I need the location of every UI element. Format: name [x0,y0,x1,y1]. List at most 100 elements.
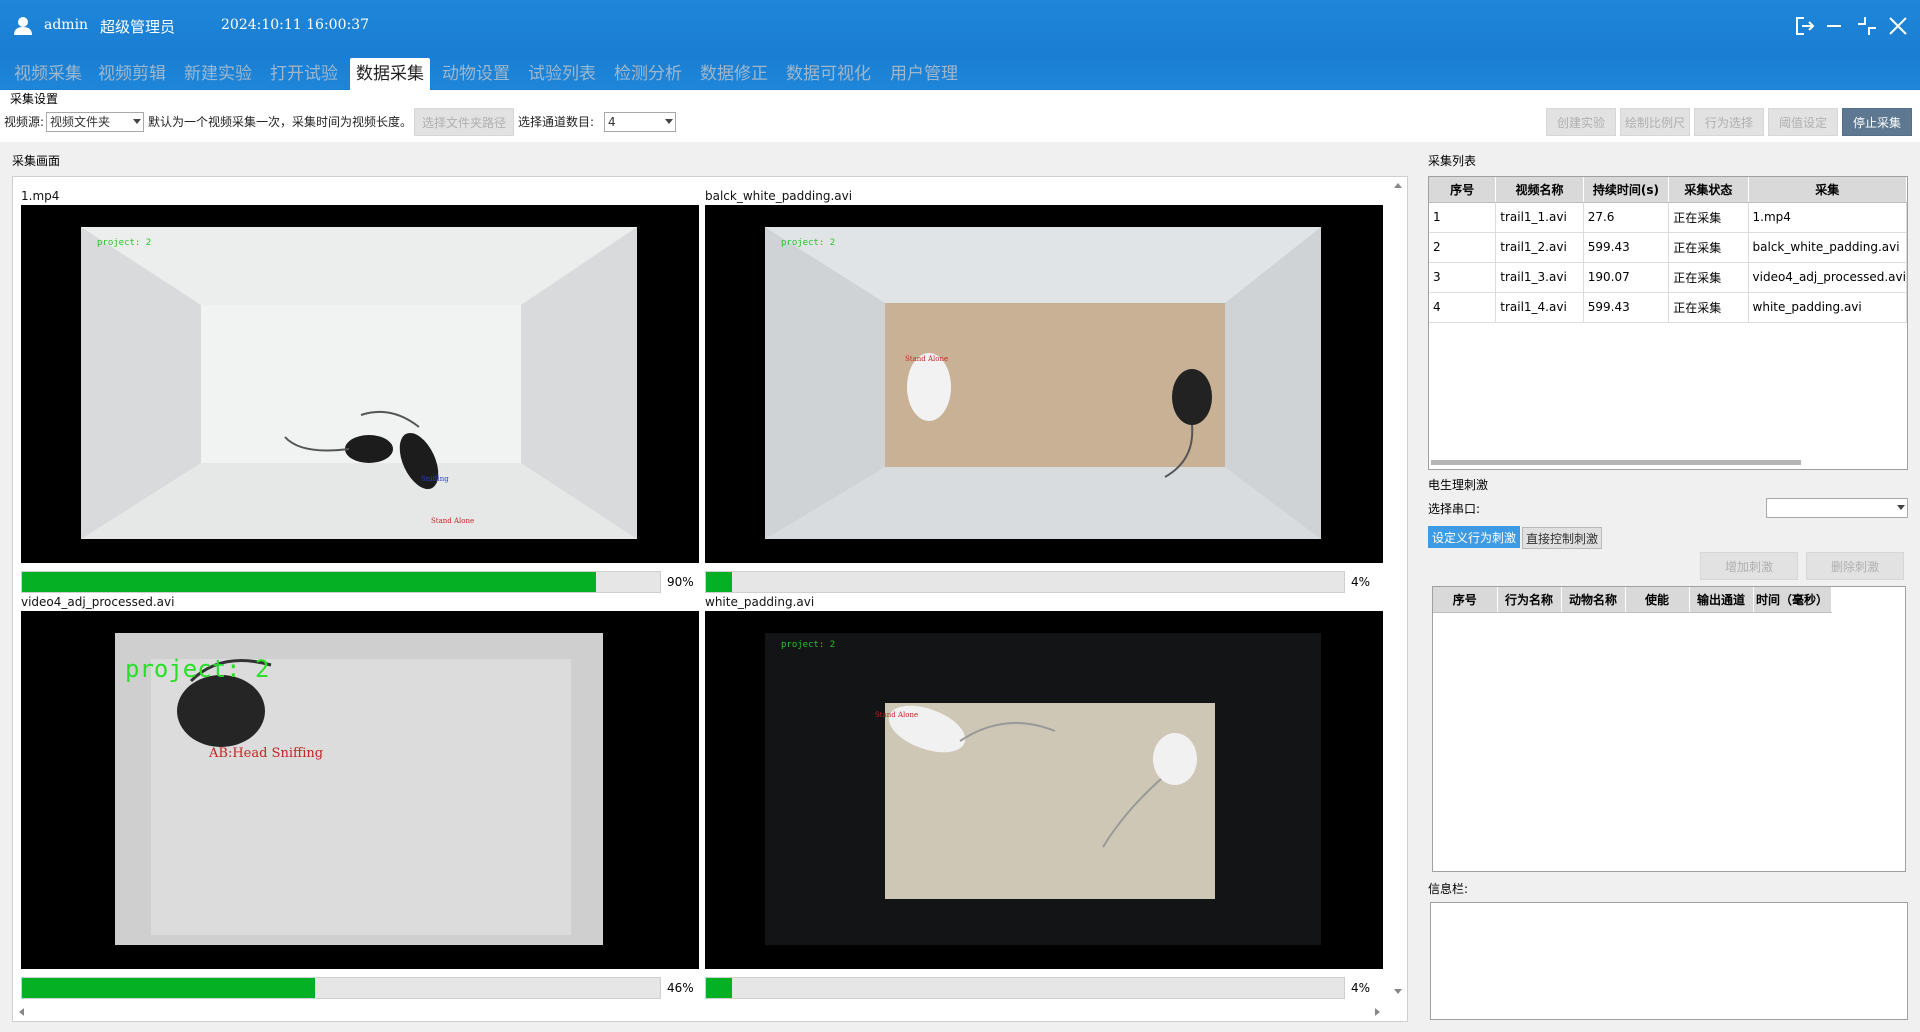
col-header[interactable]: 行为名称 [1497,587,1562,613]
video-name: white_padding.avi [705,595,815,609]
video-name: video4_adj_processed.avi [21,595,175,609]
tab-video-capture[interactable]: 视频采集 [8,58,88,90]
user-icon [14,17,32,35]
close-icon[interactable] [1886,14,1910,38]
user-role: 超级管理员 [100,18,176,36]
cell-status: 正在采集 [1668,292,1749,323]
vertical-scrollbar[interactable] [1389,177,1407,1021]
video-name: 1.mp4 [21,189,60,203]
col-header[interactable]: 时间（毫秒） [1753,587,1832,613]
tab-behavior-stimulation[interactable]: 设定义行为刺激 [1428,526,1521,548]
table-row[interactable]: 4 trail1_4.avi 599.43 正在采集 white_padding… [1429,292,1907,323]
stop-capture-button[interactable]: 停止采集 [1842,108,1912,136]
cell-video-name: trail1_3.avi [1495,262,1584,293]
add-stimulation-button[interactable]: 增加刺激 [1700,552,1798,580]
chevron-down-icon [665,119,673,124]
behavior-label: Stand Alone [875,711,918,719]
progress-bar [705,977,1345,999]
video-cell-4: white_padding.avi project: 2 Stand Alone… [705,595,1385,1001]
cell-index: 4 [1429,292,1497,323]
grid-horizontal-scrollbar[interactable] [1431,460,1801,465]
col-header[interactable]: 持续时间(s) [1583,177,1670,203]
capture-panel: 1.mp4 project: 2 Sniffing Stand Alone 90… [12,176,1408,1022]
capture-settings: 采集设置 视频源: 视频文件夹 默认为一个视频采集一次，采集时间为视频长度。 选… [0,90,1920,142]
info-textarea[interactable] [1430,902,1908,1020]
cell-status: 正在采集 [1668,262,1749,293]
progress-label: 90% [667,575,694,589]
video-frame[interactable]: project: 2 Stand Alone [705,205,1383,563]
channel-label: 选择通道数目: [518,115,595,129]
draw-scale-button[interactable]: 绘制比例尺 [1620,108,1690,136]
datetime: 2024:10:11 16:00:37 [221,17,370,33]
cell-status: 正在采集 [1668,232,1749,263]
create-experiment-button[interactable]: 创建实验 [1546,108,1616,136]
table-row[interactable]: 2 trail1_2.avi 599.43 正在采集 balck_white_p… [1429,232,1907,263]
delete-stimulation-button[interactable]: 删除刺激 [1806,552,1904,580]
tab-video-edit[interactable]: 视频剪辑 [92,58,172,90]
tab-new-experiment[interactable]: 新建实验 [178,58,258,90]
video-frame[interactable]: project: 2 Stand Alone [705,611,1383,969]
video-image: project: 2 AB:Head Sniffing [115,633,603,945]
info-title: 信息栏: [1428,882,1469,896]
tab-data-visualization[interactable]: 数据可视化 [780,58,877,90]
threshold-button[interactable]: 阈值设定 [1768,108,1838,136]
tab-detection-analysis[interactable]: 检测分析 [608,58,688,90]
col-header[interactable]: 输出通道 [1689,587,1754,613]
video-cell-3: video4_adj_processed.avi project: 2 AB:H… [21,595,701,1001]
overlay-text: project: 2 [125,655,270,683]
logout-icon[interactable] [1793,14,1817,38]
chevron-down-icon [133,119,141,124]
tab-animal-settings[interactable]: 动物设置 [436,58,516,90]
progress-label: 4% [1351,981,1371,995]
app-window: admin 超级管理员 2024:10:11 16:00:37 视频采集 视频剪… [0,0,1920,1032]
channel-select[interactable]: 4 [604,112,676,132]
scroll-right-icon[interactable] [1375,1008,1380,1016]
col-header[interactable]: 动物名称 [1561,587,1626,613]
col-header[interactable]: 使能 [1625,587,1690,613]
video-name: balck_white_padding.avi [705,189,853,203]
video-image: project: 2 Sniffing Stand Alone [81,227,637,539]
channel-value: 4 [608,115,616,129]
collection-list-grid: 序号 视频名称 持续时间(s) 采集状态 采集 1 trail1_1.avi 2… [1428,176,1908,470]
behavior-label: AB:Head Sniffing [208,746,323,761]
tab-direct-stimulation[interactable]: 直接控制刺激 [1522,527,1603,549]
scroll-up-icon[interactable] [1394,183,1402,188]
col-header[interactable]: 视频名称 [1495,177,1584,203]
source-value: 视频文件夹 [50,115,111,129]
table-row[interactable]: 1 trail1_1.avi 27.6 正在采集 1.mp4 [1429,202,1907,233]
tab-data-capture[interactable]: 数据采集 [350,58,430,90]
tab-open-experiment[interactable]: 打开试验 [264,58,344,90]
tab-user-management[interactable]: 用户管理 [884,58,964,90]
stimulation-grid: 序号 行为名称 动物名称 使能 输出通道 时间（毫秒） [1432,586,1906,872]
tab-data-correction[interactable]: 数据修正 [694,58,774,90]
cell-video-name: trail1_1.avi [1495,202,1584,233]
col-header[interactable]: 采集状态 [1668,177,1749,203]
cell-video-name: trail1_4.avi [1495,292,1584,323]
stimulation-table: 序号 行为名称 动物名称 使能 输出通道 时间（毫秒） [1433,587,1832,613]
col-header[interactable]: 序号 [1429,177,1497,203]
behavior-label: Stand Alone [905,355,948,363]
col-header[interactable]: 采集 [1748,177,1907,203]
progress-label: 46% [667,981,694,995]
horizontal-scrollbar[interactable] [13,1003,1389,1021]
scroll-down-icon[interactable] [1394,989,1402,994]
video-image: project: 2 Stand Alone [765,227,1321,539]
video-frame[interactable]: project: 2 AB:Head Sniffing [21,611,699,969]
chevron-down-icon [1897,505,1905,510]
cell-duration: 27.6 [1583,202,1670,233]
cell-duration: 599.43 [1583,292,1670,323]
overlay-text: project: 2 [781,640,835,650]
scroll-left-icon[interactable] [19,1008,24,1016]
settings-title: 采集设置 [10,92,59,106]
restore-icon[interactable] [1855,14,1879,38]
serial-port-select[interactable] [1766,498,1908,518]
table-header: 序号 视频名称 持续时间(s) 采集状态 采集 [1429,177,1907,203]
select-folder-button[interactable]: 选择文件夹路径 [414,108,514,136]
tab-experiment-list[interactable]: 试验列表 [522,58,602,90]
source-select[interactable]: 视频文件夹 [46,112,144,132]
video-frame[interactable]: project: 2 Sniffing Stand Alone [21,205,699,563]
behavior-select-button[interactable]: 行为选择 [1694,108,1764,136]
minimize-icon[interactable] [1822,14,1846,38]
col-header[interactable]: 序号 [1433,587,1498,613]
table-row[interactable]: 3 trail1_3.avi 190.07 正在采集 video4_adj_pr… [1429,262,1907,293]
